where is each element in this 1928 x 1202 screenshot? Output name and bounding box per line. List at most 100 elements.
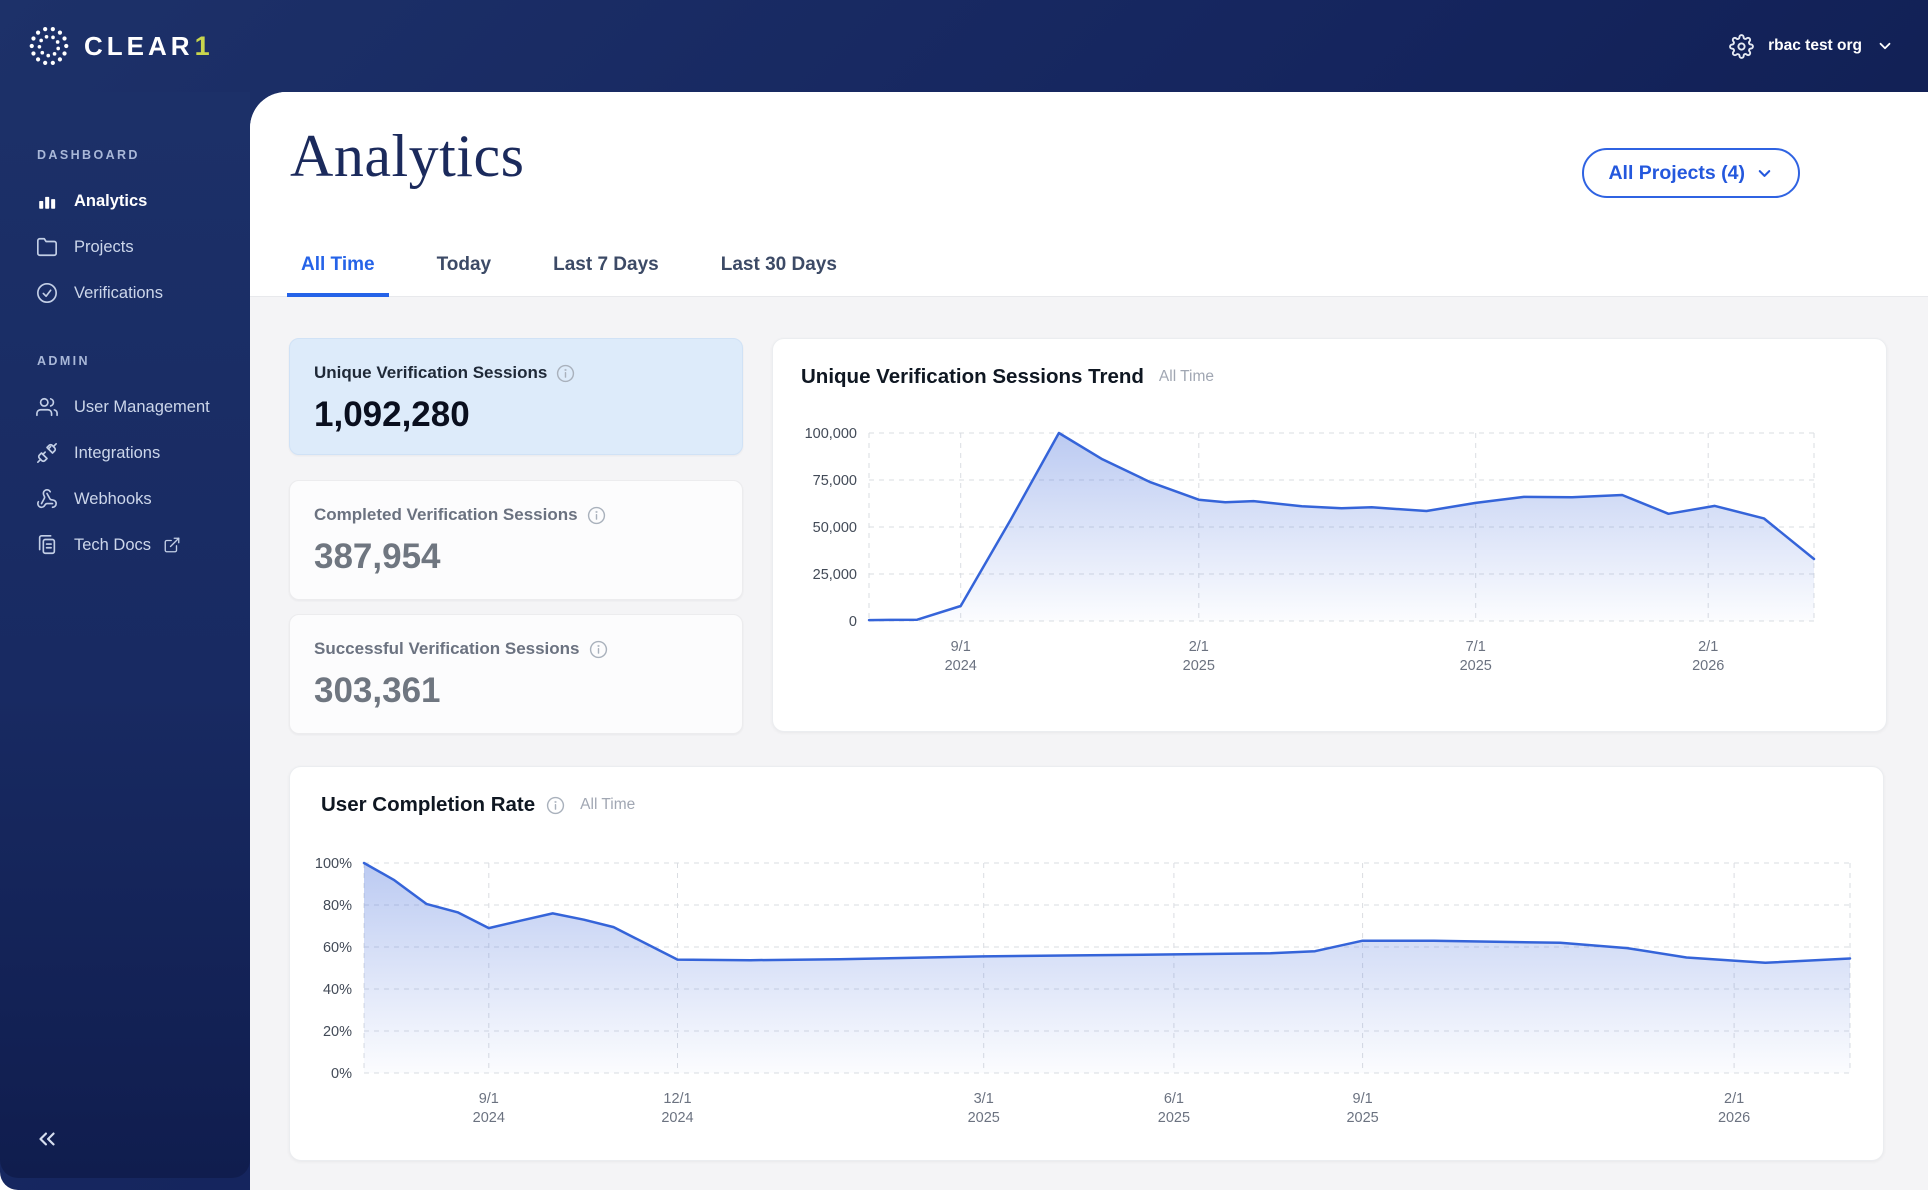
logo-accent: 1 xyxy=(194,30,210,61)
info-icon[interactable] xyxy=(587,506,606,525)
sidebar-item-analytics[interactable]: Analytics xyxy=(0,178,250,224)
svg-text:2026: 2026 xyxy=(1692,658,1724,674)
svg-text:12/1: 12/1 xyxy=(663,1091,691,1107)
svg-text:2026: 2026 xyxy=(1718,1110,1750,1126)
svg-text:100,000: 100,000 xyxy=(805,426,857,442)
sidebar-item-user-management[interactable]: User Management xyxy=(0,384,250,430)
stat-card-successful-sessions[interactable]: Successful Verification Sessions 303,361 xyxy=(289,614,743,734)
chevron-down-icon[interactable] xyxy=(1876,37,1894,55)
svg-text:25,000: 25,000 xyxy=(813,567,857,583)
svg-text:0%: 0% xyxy=(331,1066,352,1082)
gear-icon[interactable] xyxy=(1729,33,1755,59)
svg-text:2025: 2025 xyxy=(1158,1110,1190,1126)
sidebar-item-label: Projects xyxy=(74,237,134,256)
sidebar-item-label: Webhooks xyxy=(74,489,152,508)
sidebar-item-integrations[interactable]: Integrations xyxy=(0,430,250,476)
sidebar: DASHBOARD Analytics Projects Verificatio… xyxy=(0,92,250,1178)
time-range-tabs: All Time Today Last 7 Days Last 30 Days xyxy=(287,254,851,297)
users-icon xyxy=(36,396,58,418)
svg-text:60%: 60% xyxy=(323,940,352,956)
svg-text:80%: 80% xyxy=(323,898,352,914)
svg-text:2025: 2025 xyxy=(968,1110,1000,1126)
sidebar-item-label: Tech Docs xyxy=(74,535,152,554)
clear-dotted-ring-logo-icon xyxy=(26,23,72,69)
svg-text:2024: 2024 xyxy=(661,1110,693,1126)
sidebar-section-admin-label: ADMIN xyxy=(37,354,90,368)
tab-last-30-days[interactable]: Last 30 Days xyxy=(707,254,851,297)
stat-value: 303,361 xyxy=(314,671,441,710)
webhook-icon xyxy=(36,488,58,510)
svg-text:0: 0 xyxy=(849,614,857,630)
logo-text: CLEAR xyxy=(84,30,194,61)
app-shell: CLEAR1 rbac test org DASHBOARD Analytics… xyxy=(0,0,1928,1190)
page-title: Analytics xyxy=(290,123,525,189)
svg-text:100%: 100% xyxy=(315,856,352,872)
info-icon[interactable] xyxy=(546,796,565,815)
stat-value: 1,092,280 xyxy=(314,395,470,434)
stat-value: 387,954 xyxy=(314,537,441,576)
page-header: Analytics All Projects (4) All Time Toda… xyxy=(250,92,1928,297)
stat-label: Successful Verification Sessions xyxy=(314,639,580,658)
svg-text:40%: 40% xyxy=(323,982,352,998)
stat-label: Completed Verification Sessions xyxy=(314,505,578,524)
sidebar-dashboard-list: Analytics Projects Verifications xyxy=(0,178,250,316)
sidebar-item-label: User Management xyxy=(74,397,210,416)
org-name[interactable]: rbac test org xyxy=(1768,37,1862,55)
svg-text:20%: 20% xyxy=(323,1024,352,1040)
tab-today[interactable]: Today xyxy=(423,254,506,297)
svg-text:50,000: 50,000 xyxy=(813,520,857,536)
sidebar-item-tech-docs[interactable]: Tech Docs xyxy=(0,522,250,568)
main-content: Analytics All Projects (4) All Time Toda… xyxy=(250,92,1928,1190)
documents-icon xyxy=(36,534,58,556)
completion-rate-area-chart: 0% 20% 40% 60% 80% 100% 9/1 2024 12/1 2024 3/1 2025… xyxy=(314,845,1859,1145)
svg-text:3/1: 3/1 xyxy=(974,1091,994,1107)
sidebar-item-label: Verifications xyxy=(74,283,163,302)
svg-text:9/1: 9/1 xyxy=(479,1091,499,1107)
svg-text:2025: 2025 xyxy=(1183,658,1215,674)
svg-text:2025: 2025 xyxy=(1460,658,1492,674)
bar-chart-icon xyxy=(36,190,58,212)
svg-text:9/1: 9/1 xyxy=(1353,1091,1373,1107)
clear1-logo: CLEAR1 xyxy=(26,23,210,69)
sidebar-item-projects[interactable]: Projects xyxy=(0,224,250,270)
info-icon[interactable] xyxy=(589,640,608,659)
logo-wordmark: CLEAR1 xyxy=(84,31,210,62)
svg-text:2025: 2025 xyxy=(1346,1110,1378,1126)
sidebar-item-label: Integrations xyxy=(74,443,161,462)
trend-chart-range-label: All Time xyxy=(1158,368,1215,385)
trend-area-chart: 0 25,000 50,000 75,000 100,000 9/1 2024 2/1 2025… xyxy=(797,419,1857,709)
sidebar-admin-list: User Management Integrations Webhooks Te… xyxy=(0,384,250,568)
svg-text:2024: 2024 xyxy=(945,658,977,674)
collapse-sidebar-button[interactable] xyxy=(34,1126,60,1152)
topbar: CLEAR1 rbac test org xyxy=(0,0,1928,92)
chevron-down-icon xyxy=(1755,164,1774,183)
svg-text:75,000: 75,000 xyxy=(813,473,857,489)
sidebar-item-verifications[interactable]: Verifications xyxy=(0,270,250,316)
tab-all-time[interactable]: All Time xyxy=(287,254,389,297)
all-projects-label: All Projects (4) xyxy=(1608,161,1745,184)
sidebar-section-dashboard-label: DASHBOARD xyxy=(37,148,140,162)
svg-text:7/1: 7/1 xyxy=(1466,639,1486,655)
org-switcher[interactable]: rbac test org xyxy=(1729,33,1894,59)
folder-icon xyxy=(36,236,58,258)
all-projects-dropdown-button[interactable]: All Projects (4) xyxy=(1582,148,1800,198)
completion-chart-title: User Completion Rate xyxy=(321,793,536,816)
svg-text:2/1: 2/1 xyxy=(1698,639,1718,655)
info-icon[interactable] xyxy=(556,364,575,383)
svg-text:6/1: 6/1 xyxy=(1164,1091,1184,1107)
stat-card-unique-sessions[interactable]: Unique Verification Sessions 1,092,280 xyxy=(289,338,743,455)
svg-text:2/1: 2/1 xyxy=(1724,1091,1744,1107)
trend-chart-card: Unique Verification Sessions Trend All T… xyxy=(772,338,1887,732)
svg-text:9/1: 9/1 xyxy=(951,639,971,655)
sidebar-item-label: Analytics xyxy=(74,191,148,210)
completion-rate-chart-card: User Completion Rate All Time 0% 20% 40% 60… xyxy=(289,766,1884,1161)
stat-card-completed-sessions[interactable]: Completed Verification Sessions 387,954 xyxy=(289,480,743,600)
completion-chart-range-label: All Time xyxy=(580,796,636,813)
stat-label: Unique Verification Sessions xyxy=(314,363,548,382)
trend-chart-title: Unique Verification Sessions Trend xyxy=(801,365,1144,388)
check-circle-icon xyxy=(36,282,58,304)
sidebar-item-webhooks[interactable]: Webhooks xyxy=(0,476,250,522)
tab-last-7-days[interactable]: Last 7 Days xyxy=(539,254,673,297)
svg-text:2/1: 2/1 xyxy=(1189,639,1209,655)
plug-icon xyxy=(36,442,58,464)
